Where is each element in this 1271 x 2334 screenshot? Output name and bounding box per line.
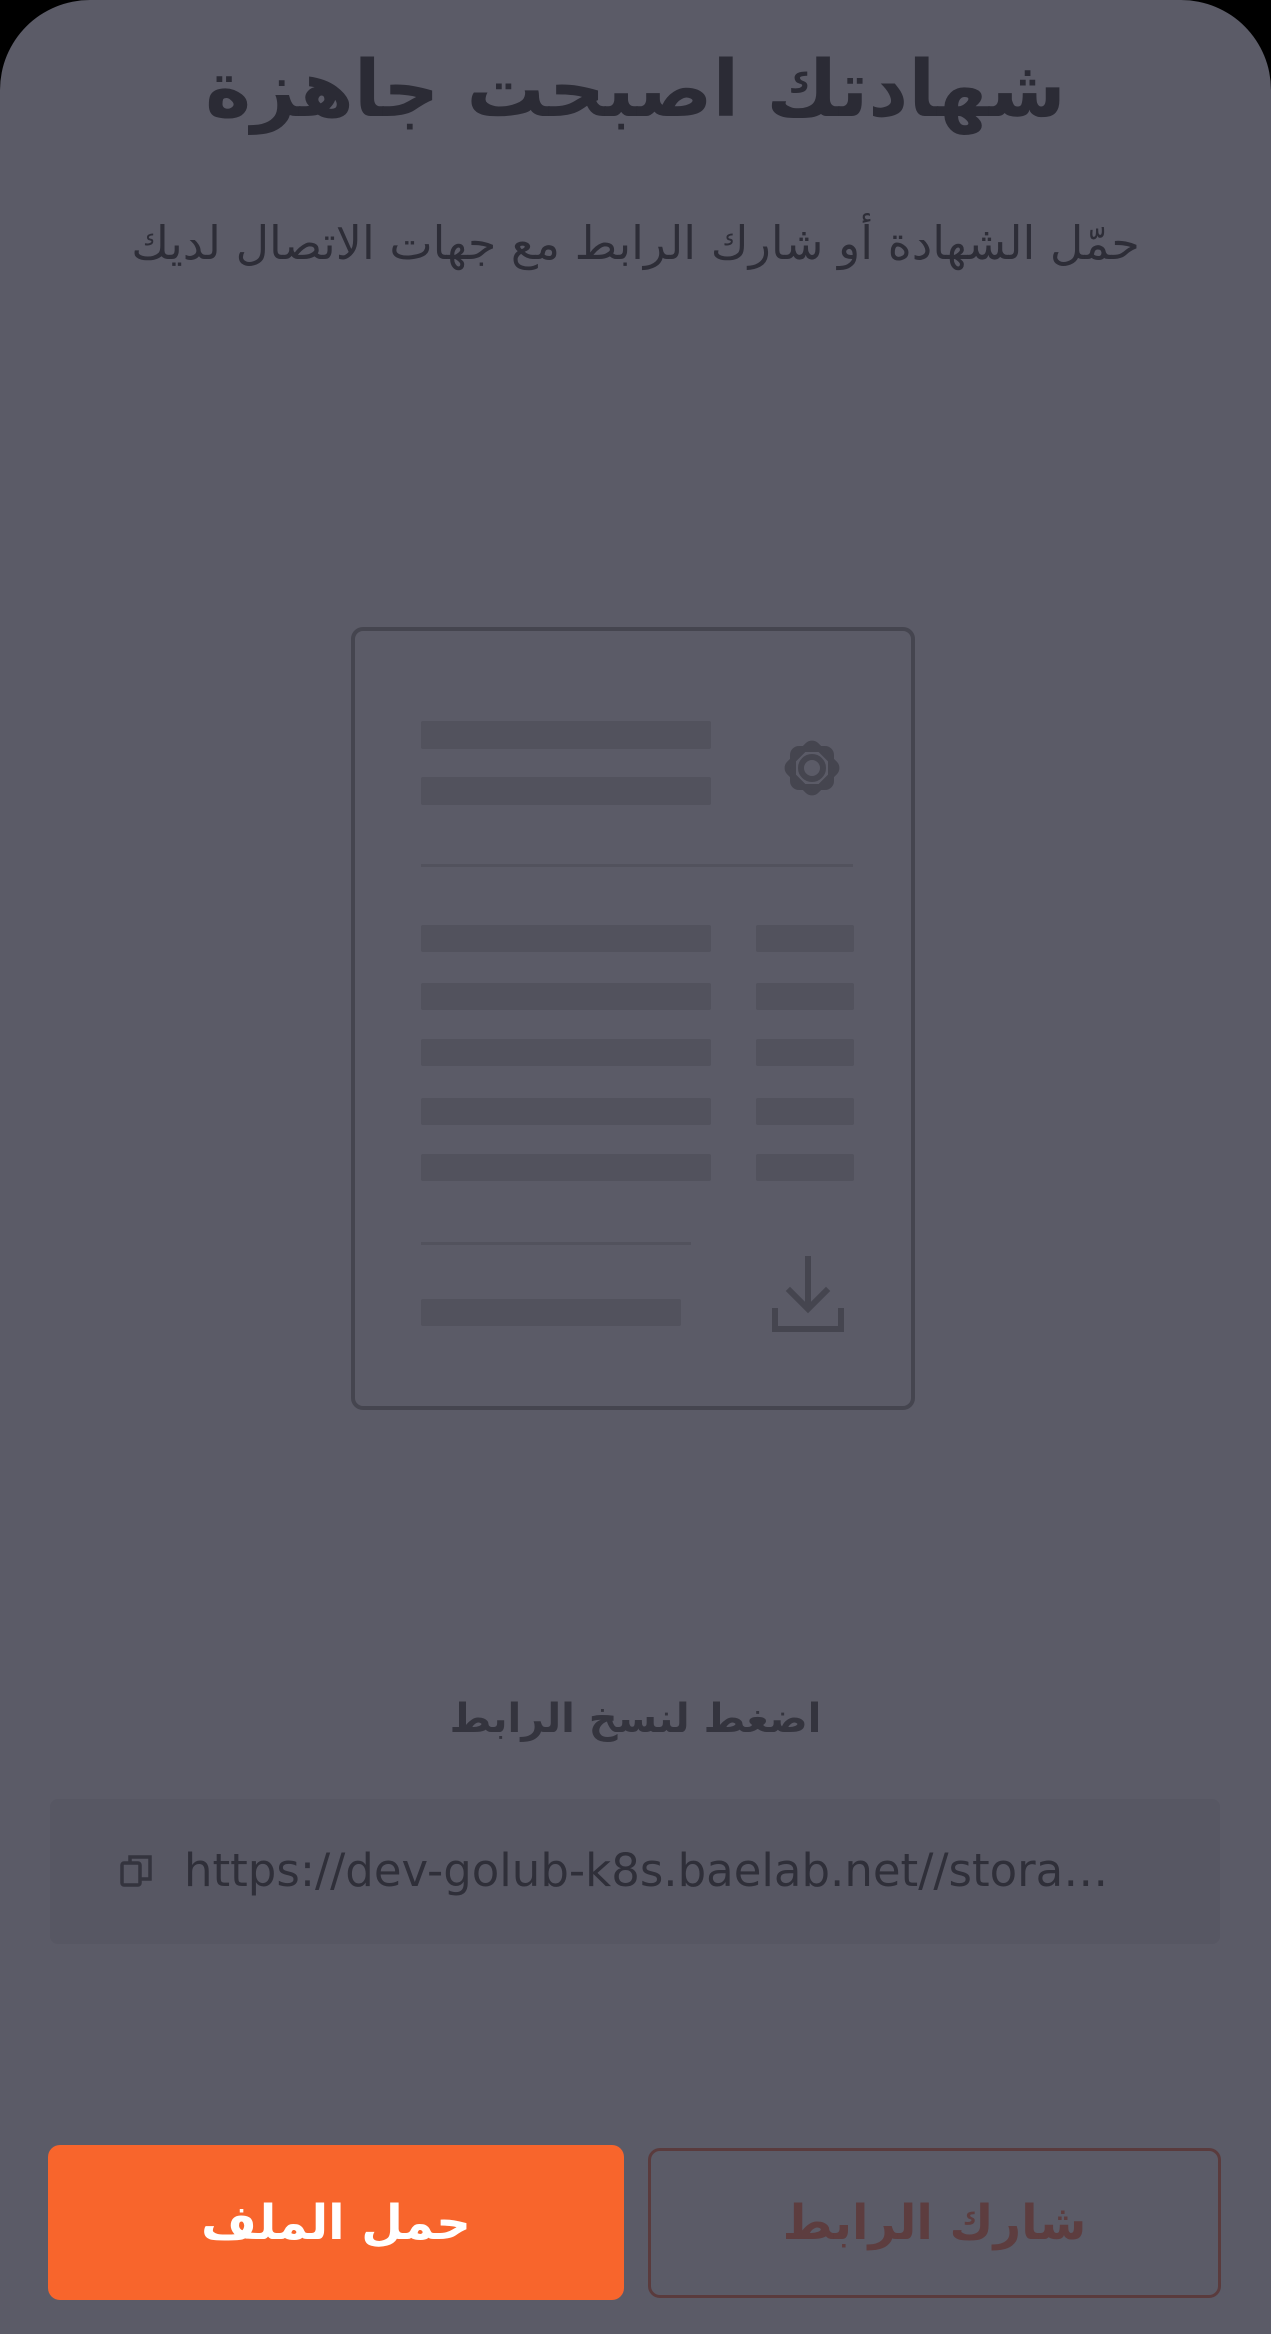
emblem-icon [784, 740, 840, 796]
divider [421, 864, 853, 867]
placeholder-line [756, 1154, 854, 1181]
certificate-ready-sheet: شهادتك اصبحت جاهزة حمّل الشهادة أو شارك … [0, 0, 1271, 2334]
placeholder-line [421, 1098, 711, 1125]
placeholder-line [756, 925, 854, 952]
share-link-url[interactable]: https://dev-golub-k8s.baelab.net//stora… [184, 1835, 1214, 1907]
copy-link-hint: اضغط لنسخ الرابط [449, 1696, 822, 1742]
page-subtitle: حمّل الشهادة أو شارك الرابط مع جهات الات… [131, 216, 1140, 270]
share-link-field[interactable]: https://dev-golub-k8s.baelab.net//stora… [50, 1799, 1220, 1944]
placeholder-line [756, 1098, 854, 1125]
placeholder-line [421, 1039, 711, 1066]
copy-icon[interactable] [116, 1851, 156, 1891]
placeholder-line [421, 925, 711, 952]
divider [421, 1242, 691, 1245]
placeholder-line [421, 777, 711, 805]
placeholder-line [421, 1154, 711, 1181]
download-icon [772, 1256, 844, 1332]
placeholder-line [756, 983, 854, 1010]
placeholder-line [756, 1039, 854, 1066]
placeholder-line [421, 1299, 681, 1326]
share-link-button[interactable]: شارك الرابط [648, 2148, 1221, 2298]
placeholder-line [421, 983, 711, 1010]
certificate-illustration [351, 627, 915, 1410]
page-title: شهادتك اصبحت جاهزة [205, 45, 1066, 135]
download-file-button[interactable]: حمل الملف [48, 2145, 624, 2300]
placeholder-line [421, 721, 711, 749]
